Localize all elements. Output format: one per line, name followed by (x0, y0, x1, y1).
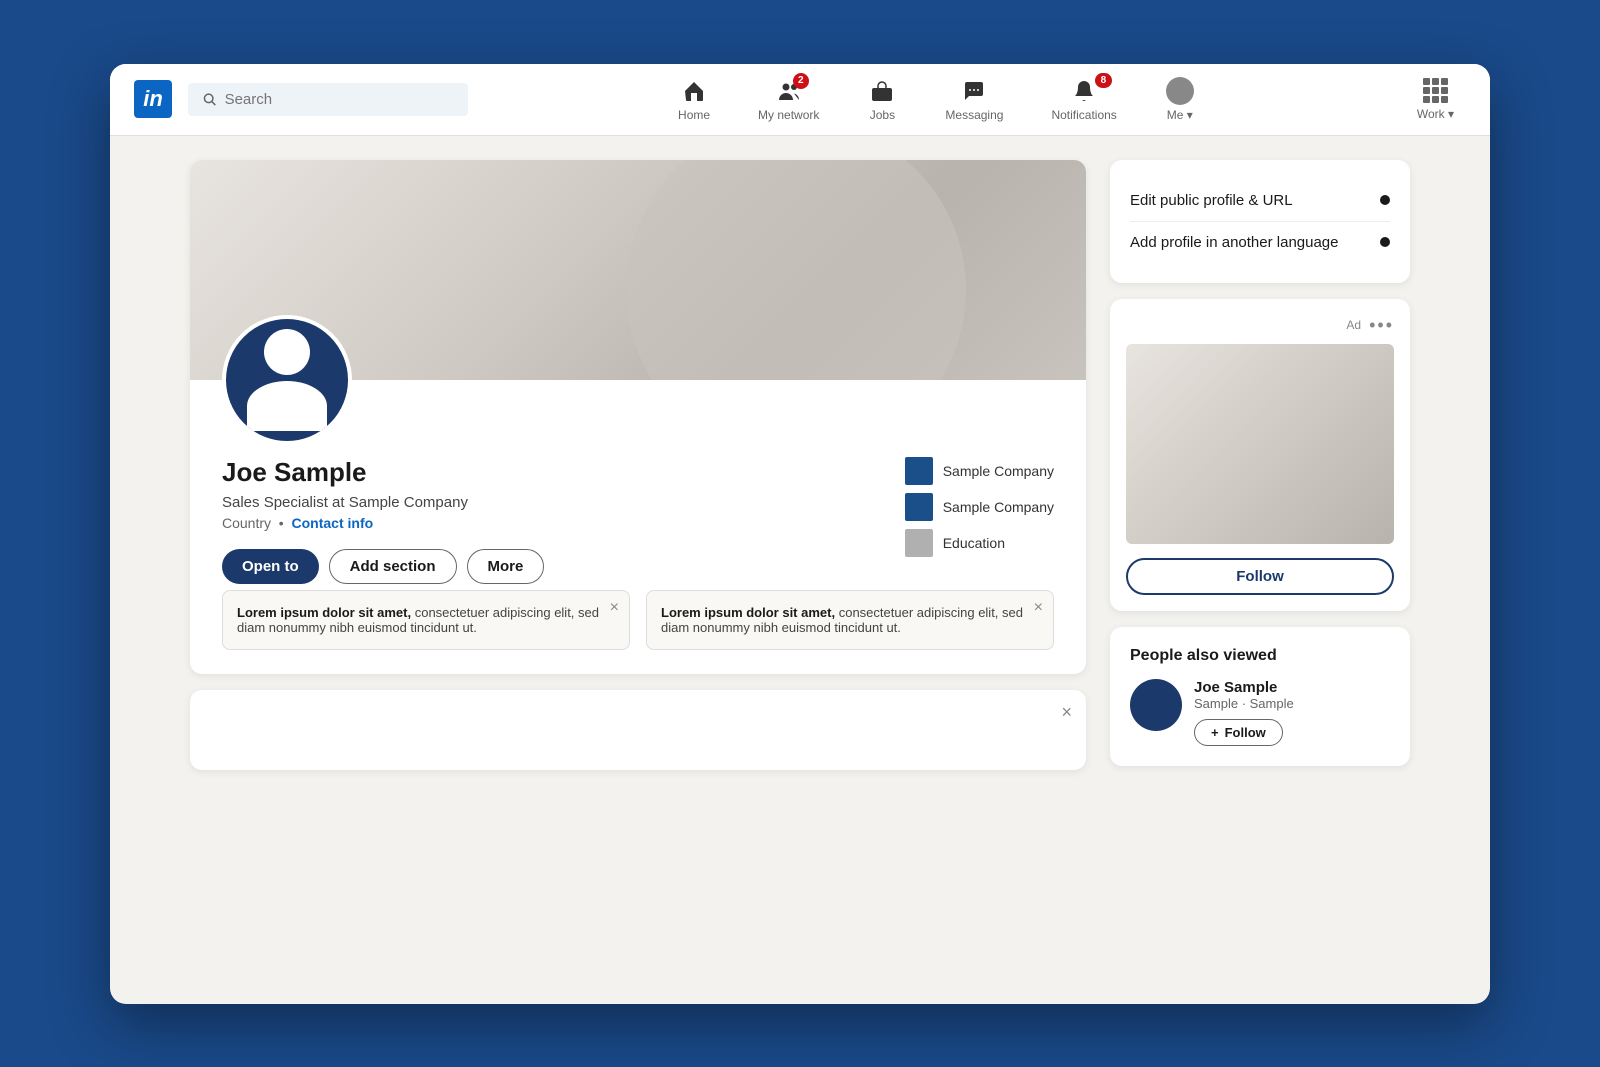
company-icon-1 (905, 457, 933, 485)
messaging-icon (960, 77, 988, 105)
add-language-dot (1380, 237, 1390, 247)
nav-center: Home 2 My network (484, 73, 1389, 126)
company-name-3: Education (943, 535, 1005, 551)
nav-notifications[interactable]: 8 Notifications (1031, 73, 1136, 126)
pav-follow-plus: + (1211, 725, 1219, 740)
me-avatar (1166, 77, 1194, 105)
open-to-button[interactable]: Open to (222, 549, 319, 584)
company-icon-3 (905, 529, 933, 557)
work-grid-icon (1423, 78, 1448, 103)
search-icon (202, 91, 217, 107)
pav-meta: Sample · Sample (1194, 696, 1390, 711)
jobs-icon (868, 77, 896, 105)
pav-person: Joe Sample Sample · Sample + Follow (1130, 679, 1390, 746)
company-name-1: Sample Company (943, 463, 1054, 479)
pav-follow-button[interactable]: + Follow (1194, 719, 1283, 746)
browser-window: in Home (110, 64, 1490, 1004)
pav-follow-label: Follow (1225, 725, 1266, 740)
nav-right: Work ▾ (1405, 74, 1466, 125)
main-content: Joe Sample Sales Specialist at Sample Co… (110, 136, 1490, 794)
notif-card-2-bold: Lorem ipsum dolor sit amet, (661, 605, 835, 620)
company-list: Sample Company Sample Company Education (905, 457, 1054, 584)
nav-notifications-label: Notifications (1051, 108, 1116, 122)
profile-name: Joe Sample (222, 457, 865, 488)
pav-avatar (1130, 679, 1182, 731)
avatar-body (247, 381, 327, 431)
company-item-2[interactable]: Sample Company (905, 493, 1054, 521)
left-panel: Joe Sample Sales Specialist at Sample Co… (190, 160, 1086, 770)
nav-me-label: Me ▾ (1167, 108, 1193, 122)
my-network-icon: 2 (775, 77, 803, 105)
linkedin-logo[interactable]: in (134, 80, 172, 118)
nav-messaging-label: Messaging (945, 108, 1003, 122)
add-language-label: Add profile in another language (1130, 234, 1339, 251)
bottom-card: × (190, 690, 1086, 770)
nav-me[interactable]: Me ▾ (1145, 73, 1215, 126)
nav-my-network[interactable]: 2 My network (738, 73, 839, 126)
search-bar[interactable] (188, 83, 468, 116)
ad-header: Ad ••• (1126, 315, 1394, 336)
banner-decoration (626, 160, 966, 380)
right-panel: Edit public profile & URL Add profile in… (1110, 160, 1410, 770)
search-input[interactable] (225, 91, 454, 108)
notifications-icon: 8 (1070, 77, 1098, 105)
profile-avatar (222, 315, 352, 445)
nav-work[interactable]: Work ▾ (1405, 74, 1466, 125)
company-item-1[interactable]: Sample Company (905, 457, 1054, 485)
nav-work-label: Work ▾ (1417, 107, 1454, 121)
profile-links-card: Edit public profile & URL Add profile in… (1110, 160, 1410, 283)
nav-home-label: Home (678, 108, 710, 122)
profile-card: Joe Sample Sales Specialist at Sample Co… (190, 160, 1086, 674)
more-button[interactable]: More (467, 549, 545, 584)
notifications-badge: 8 (1095, 73, 1113, 88)
company-item-3[interactable]: Education (905, 529, 1054, 557)
edit-profile-url-dot (1380, 195, 1390, 205)
notif-card-1: × Lorem ipsum dolor sit amet, consectetu… (222, 590, 630, 650)
notif-card-1-close[interactable]: × (610, 599, 619, 617)
people-also-viewed-title: People also viewed (1130, 647, 1390, 665)
notif-cards: × Lorem ipsum dolor sit amet, consectetu… (222, 590, 1054, 650)
profile-details: Joe Sample Sales Specialist at Sample Co… (222, 457, 865, 584)
home-icon (680, 77, 708, 105)
pav-info: Joe Sample Sample · Sample + Follow (1194, 679, 1390, 746)
ad-options[interactable]: ••• (1369, 315, 1394, 336)
pav-name: Joe Sample (1194, 679, 1390, 696)
avatar-head (264, 329, 310, 375)
ad-label: Ad (1346, 318, 1361, 332)
edit-profile-url-item[interactable]: Edit public profile & URL (1130, 180, 1390, 222)
profile-info: Joe Sample Sales Specialist at Sample Co… (222, 457, 1054, 584)
avatar-person (247, 329, 327, 431)
ad-follow-button[interactable]: Follow (1126, 558, 1394, 595)
ad-card: Ad ••• Follow (1110, 299, 1410, 611)
nav-home[interactable]: Home (658, 73, 730, 126)
people-also-viewed-card: People also viewed Joe Sample Sample · S… (1110, 627, 1410, 766)
notif-card-1-bold: Lorem ipsum dolor sit amet, (237, 605, 411, 620)
add-section-button[interactable]: Add section (329, 549, 457, 584)
edit-profile-url-label: Edit public profile & URL (1130, 192, 1293, 209)
notif-card-2-close[interactable]: × (1034, 599, 1043, 617)
nav-jobs[interactable]: Jobs (847, 73, 917, 126)
ad-image (1126, 344, 1394, 544)
company-name-2: Sample Company (943, 499, 1054, 515)
notif-card-2: × Lorem ipsum dolor sit amet, consectetu… (646, 590, 1054, 650)
profile-actions: Open to Add section More (222, 549, 865, 584)
profile-headline: Sales Specialist at Sample Company (222, 494, 865, 511)
nav-jobs-label: Jobs (870, 108, 895, 122)
navbar: in Home (110, 64, 1490, 136)
nav-my-network-label: My network (758, 108, 819, 122)
profile-meta: Country • Contact info (222, 515, 865, 531)
contact-info-link[interactable]: Contact info (292, 515, 374, 531)
bottom-card-close[interactable]: × (1061, 702, 1072, 723)
company-icon-2 (905, 493, 933, 521)
add-language-profile-item[interactable]: Add profile in another language (1130, 222, 1390, 263)
my-network-badge: 2 (793, 73, 809, 89)
nav-messaging[interactable]: Messaging (925, 73, 1023, 126)
